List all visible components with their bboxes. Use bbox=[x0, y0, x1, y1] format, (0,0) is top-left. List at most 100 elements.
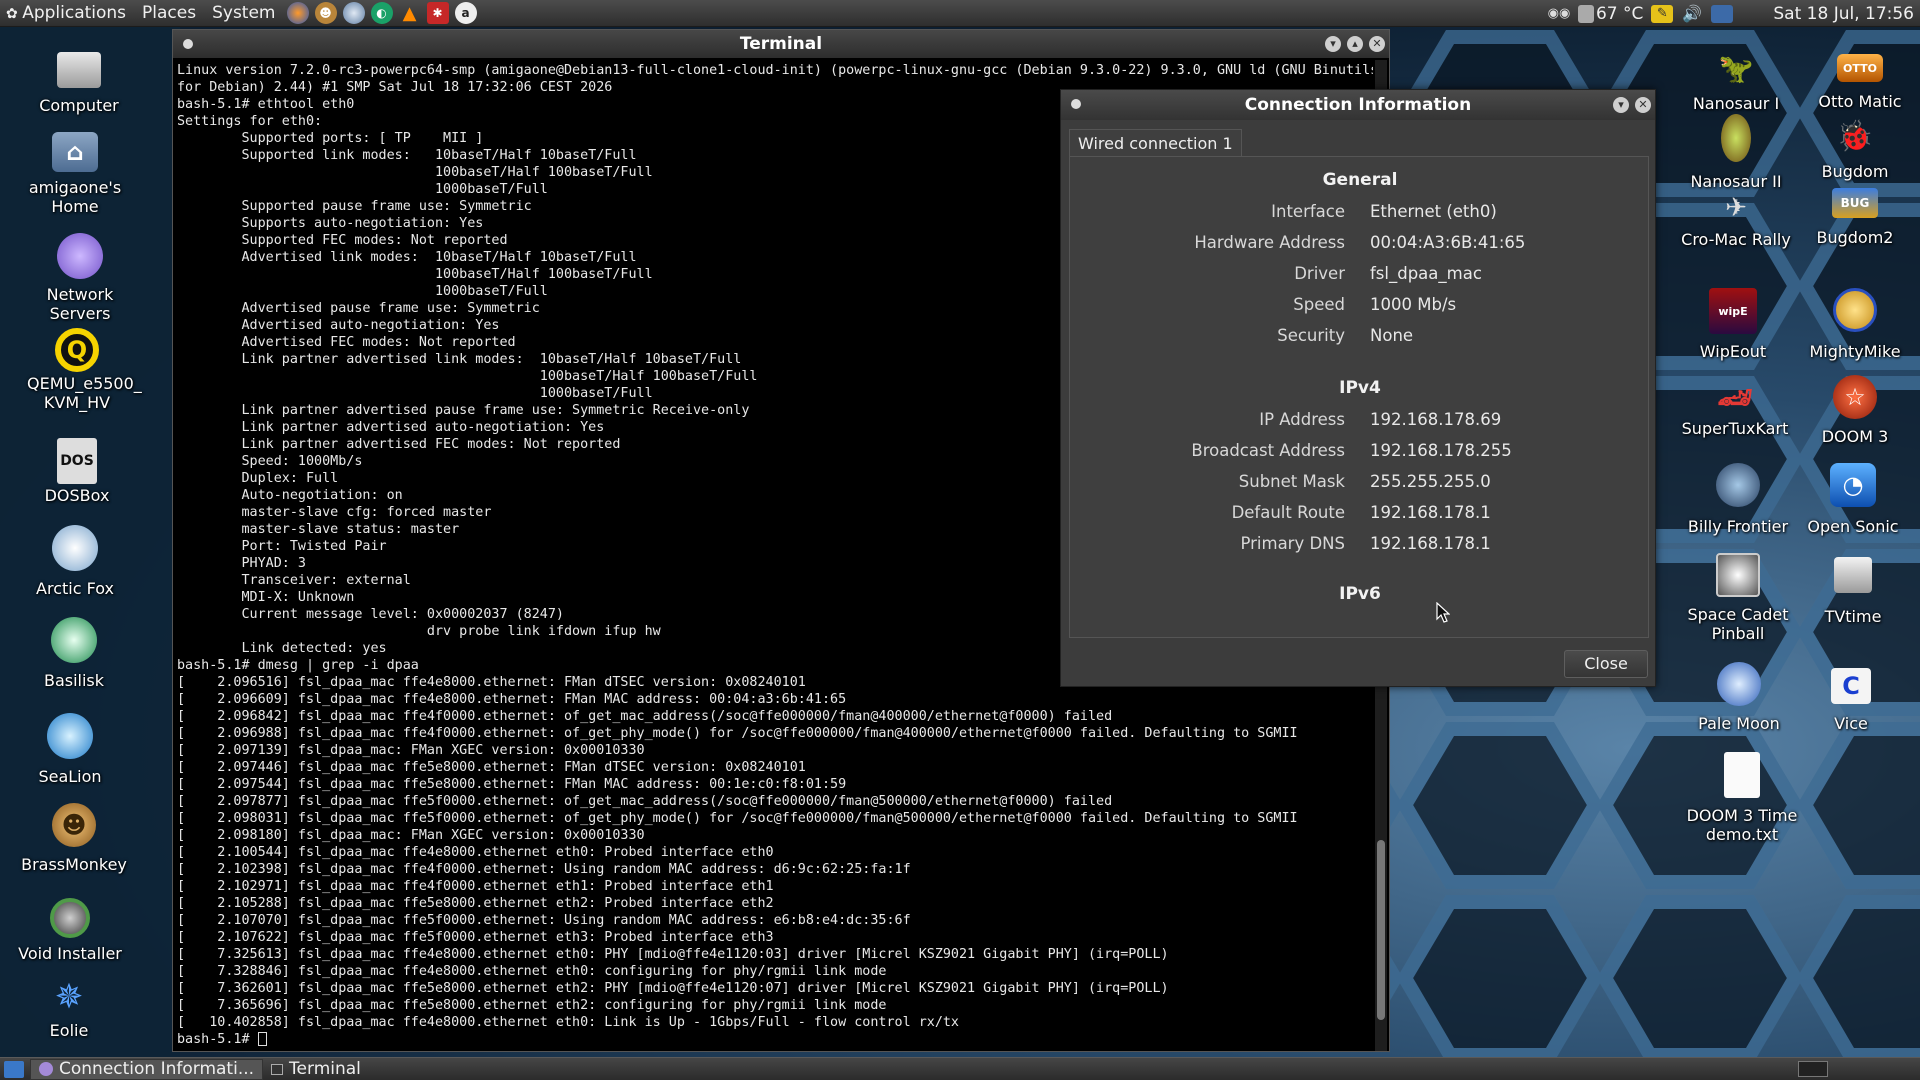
tool-icon[interactable]: ✱ bbox=[426, 2, 449, 24]
desktop-icon-home[interactable]: ⌂ amigaone's Home bbox=[10, 132, 140, 216]
terminal-line: [ 7.328846] fsl_dpaa_mac ffe4e8000.ether… bbox=[177, 964, 887, 979]
connection-info-dialog[interactable]: Connection Information ▾ ✕ Wired connect… bbox=[1060, 89, 1656, 687]
scrollbar-thumb[interactable] bbox=[1377, 840, 1385, 1020]
desktop-icon-label: SuperTuxKart bbox=[1681, 419, 1789, 438]
task-connection-info[interactable]: Connection Informati... bbox=[30, 1058, 264, 1080]
dialog-titlebar[interactable]: Connection Information ▾ ✕ bbox=[1061, 90, 1655, 120]
monkey-icon[interactable]: ☻ bbox=[314, 2, 337, 24]
close-button[interactable]: Close bbox=[1564, 650, 1648, 678]
task-terminal[interactable]: Terminal bbox=[263, 1059, 369, 1080]
eolie-icon: ✵ bbox=[54, 976, 84, 1017]
info-value[interactable]: 192.168.178.1 bbox=[1370, 534, 1491, 553]
terminal-line: [ 2.097446] fsl_dpaa_mac ffe5e8000.ether… bbox=[177, 760, 806, 775]
mouse-pointer-icon bbox=[1436, 602, 1450, 623]
computer-icon bbox=[57, 52, 101, 88]
desktop-icon-wipeout[interactable]: wipE WipEout bbox=[1668, 288, 1798, 361]
desktop-icon-mightymike[interactable]: MightyMike bbox=[1790, 288, 1920, 361]
volume-icon[interactable]: 🔊 bbox=[1681, 4, 1703, 23]
pinball-icon bbox=[1716, 553, 1760, 597]
maximize-icon[interactable]: ▴ bbox=[1347, 36, 1363, 52]
desktop-icon-network-servers[interactable]: Network Servers bbox=[15, 233, 145, 323]
desktop-icon-sealion[interactable]: SeaLion bbox=[5, 713, 135, 786]
nanosaur2-icon bbox=[1721, 114, 1751, 162]
window-menu-icon[interactable] bbox=[1071, 99, 1081, 109]
workspace-switcher[interactable] bbox=[1798, 1061, 1828, 1077]
info-value[interactable]: 1000 Mb/s bbox=[1370, 295, 1456, 314]
info-value[interactable]: 192.168.178.1 bbox=[1370, 503, 1491, 522]
billy-frontier-icon bbox=[1716, 463, 1760, 507]
desktop-icon-label: WipEout bbox=[1699, 342, 1767, 361]
close-icon[interactable]: ✕ bbox=[1635, 97, 1651, 113]
desktop-icon-eolie[interactable]: ✵ Eolie bbox=[4, 975, 134, 1041]
system-menu[interactable]: System bbox=[204, 0, 283, 27]
applications-menu[interactable]: ✿ Applications bbox=[0, 0, 134, 27]
terminal-prompt: bash-5.1# bbox=[177, 1032, 258, 1047]
circle-a-icon[interactable]: a bbox=[454, 2, 477, 24]
desktop-icon-label: Open Sonic bbox=[1807, 517, 1899, 536]
desktop-icon-doom3[interactable]: ☆ DOOM 3 bbox=[1790, 375, 1920, 446]
show-desktop-icon[interactable] bbox=[4, 1060, 24, 1078]
terminal-line: [ 2.098180] fsl_dpaa_mac: FMan XGEC vers… bbox=[177, 828, 645, 843]
terminal-titlebar[interactable]: Terminal ▾ ▴ ✕ bbox=[173, 30, 1389, 58]
terminal-line: [ 2.098031] fsl_dpaa_mac ffe5f0000.ether… bbox=[177, 811, 1298, 826]
info-value[interactable]: fsl_dpaa_mac bbox=[1370, 264, 1482, 283]
desktop-icon-supertuxkart[interactable]: 🏎 SuperTuxKart bbox=[1670, 377, 1800, 438]
arctic-fox-icon bbox=[52, 525, 98, 571]
info-value[interactable]: 192.168.178.69 bbox=[1370, 410, 1501, 429]
desktop-icon-bugdom[interactable]: 🐞 Bugdom bbox=[1790, 112, 1920, 181]
desktop-icon-bugdom2[interactable]: BUG Bugdom2 bbox=[1790, 188, 1920, 247]
info-value[interactable]: 192.168.178.255 bbox=[1370, 441, 1512, 460]
terminal-line: [ 2.107622] fsl_dpaa_mac ffe5f0000.ether… bbox=[177, 930, 774, 945]
minimize-icon[interactable]: ▾ bbox=[1325, 36, 1341, 52]
notes-icon[interactable]: ✎ bbox=[1651, 4, 1674, 23]
desktop-icon-label: DOOM 3 Time demo.txt bbox=[1686, 806, 1798, 844]
close-icon[interactable]: ✕ bbox=[1369, 36, 1385, 52]
clock[interactable]: Sat 18 Jul, 17:56 bbox=[1773, 4, 1914, 24]
network-app-icon bbox=[39, 1062, 53, 1076]
tab-wired-connection[interactable]: Wired connection 1 bbox=[1069, 129, 1242, 157]
desktop-icon-billy-frontier[interactable]: Billy Frontier bbox=[1673, 463, 1803, 536]
info-value[interactable]: None bbox=[1370, 326, 1413, 345]
eyes-icon[interactable]: ◉◉ bbox=[1548, 5, 1571, 23]
info-row: Default Route 192.168.178.1 bbox=[1070, 503, 1648, 527]
desktop-icon-open-sonic[interactable]: ◔ Open Sonic bbox=[1788, 463, 1918, 536]
desktop-icon-label: Cro-Mac Rally bbox=[1681, 230, 1791, 249]
desktop-icon-qemu[interactable]: Q QEMU_e5500_ KVM_HV bbox=[12, 328, 142, 412]
info-value[interactable]: 255.255.255.0 bbox=[1370, 472, 1491, 491]
vice-icon: C bbox=[1831, 668, 1871, 704]
supertuxkart-icon: 🏎 bbox=[1717, 380, 1753, 414]
sealion-icon bbox=[47, 713, 93, 759]
desktop-icon-otto-matic[interactable]: OTTO Otto Matic bbox=[1795, 44, 1920, 111]
desktop-icon-nanosaur[interactable]: 🦖 Nanosaur I bbox=[1671, 44, 1801, 113]
network-icon[interactable] bbox=[1711, 4, 1734, 23]
desktop-icon-space-cadet-pinball[interactable]: Space Cadet Pinball bbox=[1673, 553, 1803, 643]
desktop-icon-void-installer[interactable]: Void Installer bbox=[5, 898, 135, 963]
desktop-icon-cromac[interactable]: ✈ Cro-Mac Rally bbox=[1671, 188, 1801, 250]
globe-icon[interactable] bbox=[342, 2, 365, 24]
vlc-icon[interactable]: ▲ bbox=[399, 2, 421, 24]
otto-matic-icon: OTTO bbox=[1837, 54, 1883, 82]
desktop-icon-label: Otto Matic bbox=[1818, 92, 1902, 111]
desktop-icon-vice[interactable]: C Vice bbox=[1786, 668, 1916, 733]
desktop-icon-dosbox[interactable]: DOS DOSBox bbox=[12, 438, 142, 505]
desktop-icon-computer[interactable]: Computer bbox=[14, 48, 144, 115]
firefox-icon[interactable] bbox=[286, 2, 309, 24]
terminal-line: [ 2.107070] fsl_dpaa_mac ffe5f0000.ether… bbox=[177, 913, 911, 928]
desktop-icon-brassmonkey[interactable]: ☻ BrassMonkey bbox=[9, 803, 139, 874]
terminal-prompt-line[interactable]: bash-5.1# bbox=[177, 1031, 1373, 1048]
app-icon[interactable]: ◐ bbox=[370, 2, 393, 24]
places-menu[interactable]: Places bbox=[134, 0, 204, 27]
info-value[interactable]: 00:04:A3:6B:41:65 bbox=[1370, 233, 1525, 252]
void-icon bbox=[50, 898, 90, 938]
desktop-icon-tvtime[interactable]: TVtime bbox=[1788, 553, 1918, 626]
desktop-icon-label: Space Cadet Pinball bbox=[1687, 605, 1789, 643]
desktop-icon-nanosaur2[interactable]: Nanosaur II bbox=[1671, 114, 1801, 191]
window-menu-icon[interactable] bbox=[183, 39, 193, 49]
minimize-icon[interactable]: ▾ bbox=[1613, 97, 1629, 113]
info-value[interactable]: Ethernet (eth0) bbox=[1370, 202, 1497, 221]
desktop-icon-pale-moon[interactable]: Pale Moon bbox=[1674, 662, 1804, 733]
desktop-icon-arctic-fox[interactable]: Arctic Fox bbox=[10, 525, 140, 598]
desktop-icon-label: Basilisk bbox=[43, 671, 105, 690]
desktop-icon-basilisk[interactable]: Basilisk bbox=[9, 617, 139, 690]
desktop-icon-doom3-timedemo[interactable]: DOOM 3 Time demo.txt bbox=[1677, 752, 1807, 844]
